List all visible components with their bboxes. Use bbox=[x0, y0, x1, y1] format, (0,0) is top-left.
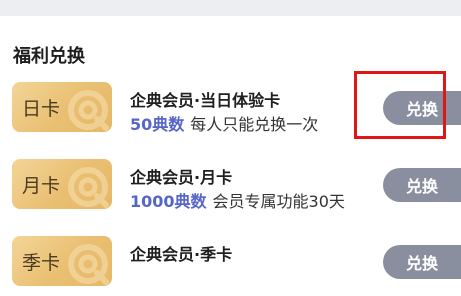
card-label: 日卡 bbox=[21, 97, 60, 120]
item-subtitle: 1000典数 会员专属功能30天 bbox=[130, 188, 345, 212]
card-logo-icon bbox=[68, 90, 109, 131]
highlight-box bbox=[354, 71, 446, 139]
item-price: 50典数 bbox=[130, 115, 185, 134]
item-subtitle: 50典数 每人只能兑换一次 bbox=[130, 111, 318, 135]
item-description: 每人只能兑换一次 bbox=[190, 115, 319, 134]
exchange-button[interactable]: 兑换 bbox=[383, 168, 461, 202]
card-thumbnail: 日卡 bbox=[12, 82, 112, 132]
exchange-item-month: 月卡 企典会员·月卡 1000典数 会员专属功能30天 兑换 bbox=[0, 159, 461, 219]
card-thumbnail: 月卡 bbox=[12, 159, 112, 209]
card-logo-icon bbox=[68, 244, 109, 285]
item-price: 1000典数 bbox=[130, 192, 207, 211]
exchange-item-quarter: 季卡 企典会员·季卡 兑换 bbox=[0, 236, 461, 296]
top-strip bbox=[0, 0, 461, 16]
card-thumbnail: 季卡 bbox=[12, 236, 112, 286]
item-title: 企典会员·月卡 bbox=[130, 168, 233, 187]
exchange-button[interactable]: 兑换 bbox=[383, 245, 461, 279]
item-title: 企典会员·季卡 bbox=[130, 245, 233, 264]
section-title: 福利兑换 bbox=[13, 46, 85, 67]
card-logo-icon bbox=[68, 167, 109, 208]
card-label: 季卡 bbox=[21, 251, 60, 274]
card-label: 月卡 bbox=[21, 174, 60, 197]
item-title: 企典会员·当日体验卡 bbox=[130, 91, 281, 110]
item-description: 会员专属功能30天 bbox=[212, 192, 345, 211]
